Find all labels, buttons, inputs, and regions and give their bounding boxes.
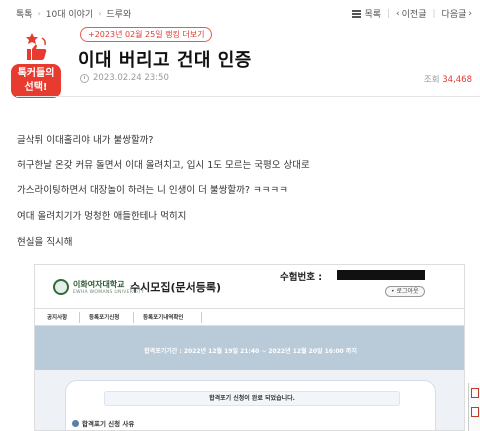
- divider: |: [387, 8, 391, 19]
- divider: [201, 312, 202, 323]
- post-meta: 2023.02.24 23:50: [80, 73, 169, 83]
- toker-choice-badge: 톡커들의 선택!: [9, 30, 63, 102]
- logout-button: • 로그아웃: [385, 286, 425, 297]
- divider: |: [432, 8, 436, 19]
- breadcrumb-item[interactable]: 드루와: [106, 7, 131, 20]
- next-post-button[interactable]: 다음글: [442, 7, 467, 20]
- divider: [133, 312, 134, 323]
- breadcrumb: 톡톡 › 10대 이야기 › 드루와: [16, 7, 131, 20]
- capture-card: 합격포기 신청이 완료 되었습니다. 합격포기 신청 사유: [65, 380, 436, 430]
- capture-nav-item: 공지사항: [47, 315, 68, 321]
- view-count-value: 34,468: [442, 75, 472, 85]
- bullet-icon: [72, 419, 79, 427]
- post-body-line: 여대 올려치기가 멍청한 애들한테나 먹히지: [17, 211, 187, 222]
- breadcrumb-item[interactable]: 톡톡: [16, 7, 33, 20]
- breadcrumb-item[interactable]: 10대 이야기: [46, 7, 93, 20]
- list-icon: [352, 9, 362, 18]
- post-body-line: 가스라이팅하면서 대장놀이 하려는 니 인생이 더 불쌍할까? ㅋㅋㅋㅋ: [17, 185, 288, 196]
- chevron-right-icon: ›: [37, 9, 41, 18]
- view-count: 조회 34,468: [423, 75, 472, 85]
- capture-nav-item: 등록포기내역확인: [143, 315, 184, 321]
- chevron-right-icon: ›: [98, 9, 102, 18]
- header-divider: [16, 96, 480, 97]
- badge-label: 톡커들의 선택!: [11, 64, 61, 98]
- chevron-right-icon: ›: [468, 8, 472, 19]
- divider: [79, 312, 80, 323]
- capture-nav: 공지사항 등록포기신청 등록포기내역확인: [35, 308, 464, 326]
- document-icon: [471, 407, 479, 417]
- attached-screenshot: 이화여자대학교 EWHA WOMANS UNIVERSITY 수시모집(문서등록…: [34, 264, 465, 431]
- top-bar: 톡톡 › 10대 이야기 › 드루와 목록 | ‹ 이전글 | 다음글 ›: [0, 0, 480, 26]
- post-body-line: 현실을 직시해: [17, 237, 73, 248]
- university-name: 이화여자대학교: [73, 280, 125, 289]
- post-body-line: 글삭튀 이대홀리야 내가 불쌍할까?: [17, 135, 154, 146]
- document-icon: [471, 388, 479, 398]
- post-navigation: 목록 | ‹ 이전글 | 다음글 ›: [352, 7, 472, 20]
- capture-banner: 합격포기기간 : 2022년 12월 19일 21:40 ~ 2022년 12월…: [35, 326, 464, 370]
- prev-post-button[interactable]: 이전글: [402, 7, 427, 20]
- post-date: 2023.02.24 23:50: [93, 73, 169, 83]
- withdrawal-period: 합격포기기간 : 2022년 12월 19일 21:40 ~ 2022년 12월…: [144, 348, 357, 355]
- post-body-line: 허구한날 온갖 커뮤 돌면서 이대 올려치고, 입시 1도 모르는 국평오 상대…: [17, 160, 310, 171]
- redaction-bar: [337, 270, 425, 280]
- chevron-left-icon: ‹: [396, 8, 400, 19]
- university-logo-icon: [53, 279, 69, 295]
- ranking-more-link[interactable]: +2023년 02월 25일 랭킹 더보기: [80, 27, 213, 42]
- completion-message: 합격포기 신청이 완료 되었습니다.: [104, 391, 400, 406]
- list-button[interactable]: 목록: [364, 7, 381, 20]
- post-title: 이대 버리고 건대 인증: [78, 50, 252, 71]
- exam-number-label: 수험번호 :: [280, 272, 323, 283]
- capture-nav-item: 등록포기신청: [89, 315, 120, 321]
- clock-icon: [80, 73, 89, 83]
- withdrawal-reason-heading: 합격포기 신청 사유: [72, 418, 134, 428]
- side-panel-edge: [468, 383, 480, 431]
- capture-header: 이화여자대학교 EWHA WOMANS UNIVERSITY 수시모집(문서등록…: [35, 265, 464, 308]
- capture-page-title: 수시모집(문서등록): [130, 281, 222, 294]
- thumbs-up-icon: [26, 33, 47, 60]
